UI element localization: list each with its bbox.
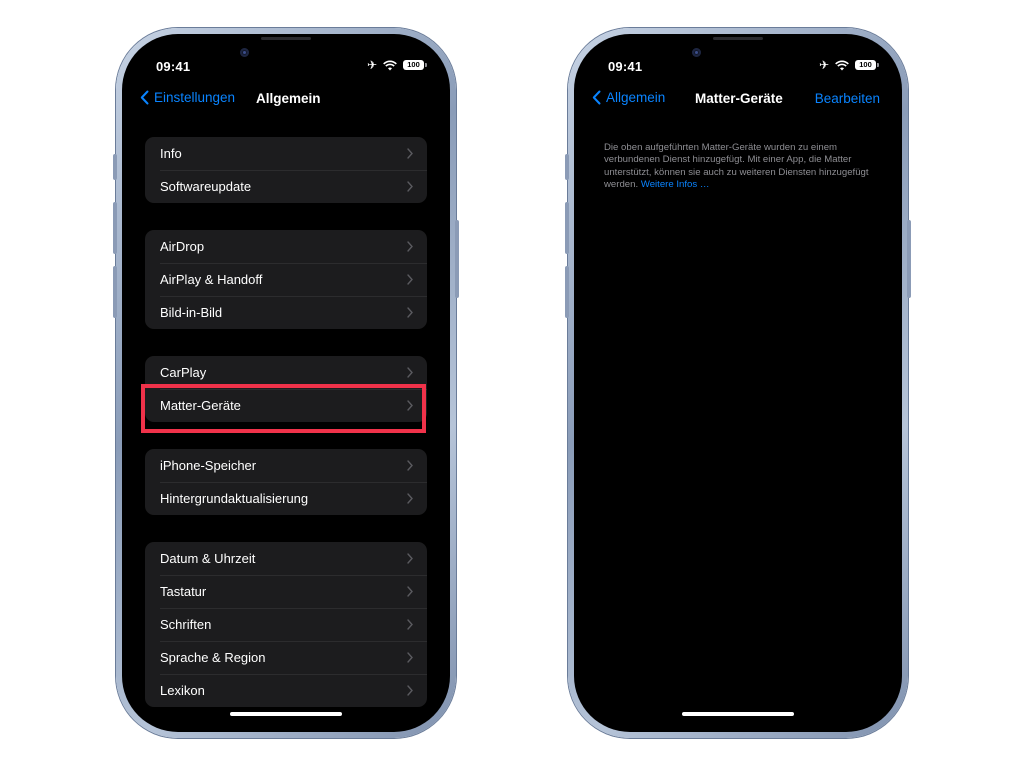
settings-group-1: Info Softwareupdate — [145, 137, 427, 203]
chevron-right-icon — [407, 307, 413, 318]
more-info-link[interactable]: Weitere Infos … — [641, 179, 710, 190]
speaker — [261, 37, 311, 40]
chevron-right-icon — [407, 493, 413, 504]
page-title: Matter-Geräte — [695, 91, 783, 106]
settings-row-iphone-storage[interactable]: iPhone-Speicher — [145, 449, 427, 482]
chevron-right-icon — [407, 274, 413, 285]
chevron-right-icon — [407, 148, 413, 159]
chevron-right-icon — [407, 367, 413, 378]
row-label: Hintergrundaktualisierung — [160, 491, 309, 506]
volume-down-button — [113, 266, 117, 318]
back-button[interactable]: Allgemein — [592, 90, 665, 105]
screen-matter-devices: 09:41 ✈ 100 Allgemein Matter-Geräte Bear… — [574, 34, 902, 732]
settings-row-date-time[interactable]: Datum & Uhrzeit — [145, 542, 427, 575]
status-time: 09:41 — [608, 59, 643, 74]
back-label: Einstellungen — [154, 90, 236, 105]
volume-up-button — [113, 202, 117, 254]
volume-down-button — [565, 266, 569, 318]
row-label: Matter-Geräte — [160, 398, 241, 413]
matter-info-text: Die oben aufgeführten Matter-Geräte wurd… — [604, 142, 880, 191]
row-label: Softwareupdate — [160, 179, 252, 194]
page-title: Allgemein — [256, 91, 321, 106]
wifi-icon — [383, 60, 397, 70]
chevron-right-icon — [407, 553, 413, 564]
chevron-left-icon — [140, 90, 149, 105]
settings-group-4: iPhone-Speicher Hintergrundaktualisierun… — [145, 449, 427, 515]
settings-group-3: CarPlay Matter-Geräte — [145, 356, 427, 422]
airplane-icon: ✈ — [818, 58, 829, 72]
status-bar: 09:41 ✈ 100 — [574, 54, 902, 74]
airplane-icon: ✈ — [366, 58, 377, 72]
phone-frame-left: 09:41 ✈ 100 Einstellungen Allgemein Info… — [113, 28, 459, 738]
settings-row-language-region[interactable]: Sprache & Region — [145, 641, 427, 674]
chevron-right-icon — [407, 241, 413, 252]
navigation-bar: Allgemein Matter-Geräte Bearbeiten — [574, 90, 902, 112]
settings-row-softwareupdate[interactable]: Softwareupdate — [145, 170, 427, 203]
settings-row-airplay-handoff[interactable]: AirPlay & Handoff — [145, 263, 427, 296]
home-indicator[interactable] — [230, 712, 342, 716]
battery-icon: 100 — [855, 60, 879, 70]
row-label: Lexikon — [160, 683, 205, 698]
settings-row-airdrop[interactable]: AirDrop — [145, 230, 427, 263]
row-label: Info — [160, 146, 182, 161]
wifi-icon — [835, 60, 849, 70]
settings-row-info[interactable]: Info — [145, 137, 427, 170]
settings-group-5: Datum & Uhrzeit Tastatur Schriften Sprac… — [145, 542, 427, 707]
side-button — [455, 220, 459, 298]
chevron-right-icon — [407, 685, 413, 696]
navigation-bar: Einstellungen Allgemein — [122, 90, 450, 112]
row-label: Schriften — [160, 617, 212, 632]
silent-switch — [113, 154, 117, 180]
chevron-right-icon — [407, 181, 413, 192]
back-label: Allgemein — [606, 90, 666, 105]
chevron-right-icon — [407, 460, 413, 471]
row-label: iPhone-Speicher — [160, 458, 257, 473]
settings-row-keyboard[interactable]: Tastatur — [145, 575, 427, 608]
settings-row-background-refresh[interactable]: Hintergrundaktualisierung — [145, 482, 427, 515]
chevron-right-icon — [407, 586, 413, 597]
row-label: Bild-in-Bild — [160, 305, 223, 320]
screen-general-settings: 09:41 ✈ 100 Einstellungen Allgemein Info… — [122, 34, 450, 732]
chevron-right-icon — [407, 652, 413, 663]
phone-frame-right: 09:41 ✈ 100 Allgemein Matter-Geräte Bear… — [565, 28, 911, 738]
side-button — [907, 220, 911, 298]
row-label: Tastatur — [160, 584, 207, 599]
status-time: 09:41 — [156, 59, 191, 74]
status-bar: 09:41 ✈ 100 — [122, 54, 450, 74]
silent-switch — [565, 154, 569, 180]
settings-row-dictionary[interactable]: Lexikon — [145, 674, 427, 707]
row-label: CarPlay — [160, 365, 207, 380]
row-label: AirPlay & Handoff — [160, 272, 263, 287]
back-button[interactable]: Einstellungen — [140, 90, 235, 105]
home-indicator[interactable] — [682, 712, 794, 716]
settings-row-matter-devices[interactable]: Matter-Geräte — [145, 389, 427, 422]
settings-row-carplay[interactable]: CarPlay — [145, 356, 427, 389]
settings-row-bild-in-bild[interactable]: Bild-in-Bild — [145, 296, 427, 329]
chevron-left-icon — [592, 90, 601, 105]
edit-button[interactable]: Bearbeiten — [815, 91, 880, 106]
row-label: Sprache & Region — [160, 650, 266, 665]
settings-row-fonts[interactable]: Schriften — [145, 608, 427, 641]
battery-icon: 100 — [403, 60, 427, 70]
volume-up-button — [565, 202, 569, 254]
settings-group-2: AirDrop AirPlay & Handoff Bild-in-Bild — [145, 230, 427, 329]
speaker — [713, 37, 763, 40]
row-label: Datum & Uhrzeit — [160, 551, 256, 566]
chevron-right-icon — [407, 619, 413, 630]
row-label: AirDrop — [160, 239, 205, 254]
chevron-right-icon — [407, 400, 413, 411]
